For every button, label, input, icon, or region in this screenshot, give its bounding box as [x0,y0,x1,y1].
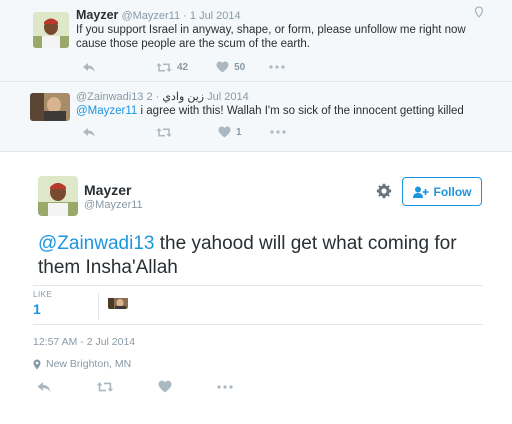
divider [33,285,483,286]
tweet-mayzer-1[interactable]: Mayzer @Mayzer11 · 1 Jul 2014 If you sup… [0,0,512,82]
follow-label: Follow [433,184,472,199]
like-button[interactable]: 50 [216,61,245,73]
location-label: New Brighton, MN [46,358,132,370]
divider [98,293,99,320]
divider [33,324,483,325]
tweet-text: If you support Israel in anyway, shape, … [76,24,466,50]
chevron-down-icon[interactable] [474,6,484,18]
retweet-button[interactable] [96,381,114,393]
retweet-button[interactable]: 42 [156,62,188,73]
heart-icon [218,126,231,138]
retweet-count: 42 [177,61,189,73]
reply-icon [83,63,95,72]
reply-button[interactable] [82,126,96,138]
tweet-header: Mayzer @Mayzer11 · 1 Jul 2014 [76,8,241,22]
tweet-zainwadi[interactable]: @Zainwadi13 زين وادي · 2 Jul 2014 @Mayze… [0,82,512,152]
tweet-main: Mayzer @Mayzer11 Follow @Zainwadi13 the … [0,152,512,424]
retweet-icon [156,127,172,137]
like-stats[interactable]: LIKE 1 [33,290,52,317]
like-count: 50 [234,61,246,73]
like-stat-count: 1 [33,301,41,317]
more-icon [217,384,233,389]
reply-button[interactable] [36,380,52,393]
gear-icon[interactable] [376,183,392,199]
like-button[interactable] [158,380,172,393]
author-name[interactable]: Mayzer [84,182,131,198]
reply-icon [37,382,51,392]
reply-icon [83,128,95,137]
tweet-timestamp[interactable]: 12:57 AM - 2 Jul 2014 [33,336,135,348]
heart-icon [158,380,172,393]
like-stat-label: LIKE [33,290,53,299]
like-button[interactable]: 1 [218,126,242,138]
author-name[interactable]: زين وادي [162,91,204,103]
reply-button[interactable] [82,61,96,73]
like-count: 1 [236,126,242,138]
more-button[interactable] [269,65,285,69]
tweet-text: @Zainwadi13 the yahood will get what com… [38,233,457,278]
tweet-header: @Zainwadi13 زين وادي · 2 Jul 2014 [76,91,249,103]
retweet-icon [96,381,114,392]
retweet-icon [156,62,172,72]
tweet-date[interactable]: 1 Jul 2014 [190,10,241,22]
more-button[interactable] [216,384,234,389]
follow-button[interactable]: Follow [402,177,482,206]
author-handle[interactable]: @Zainwadi13 [76,91,143,103]
author-name[interactable]: Mayzer [76,8,118,22]
location-pin-icon [33,359,41,369]
author-handle[interactable]: @Mayzer11 [84,199,143,211]
tweet2-actions: 1 [82,126,308,138]
mention-link[interactable]: @Mayzer11 [76,105,137,117]
more-button[interactable] [269,130,286,134]
follow-person-icon [412,186,428,198]
author-handle[interactable]: @Mayzer11 [121,10,180,22]
mention-link[interactable]: @Zainwadi13 [38,233,154,254]
more-icon [269,65,285,69]
retweet-button[interactable] [156,127,172,138]
avatar[interactable] [38,176,78,216]
heart-icon [216,61,229,73]
more-icon [269,130,286,134]
tweet-text: @Mayzer11 i agree with this! Wallah I'm … [76,105,464,117]
avatar[interactable] [33,12,69,48]
tweet-location[interactable]: New Brighton, MN [33,358,131,370]
avatar[interactable] [30,93,70,121]
liker-avatar[interactable] [108,297,128,309]
